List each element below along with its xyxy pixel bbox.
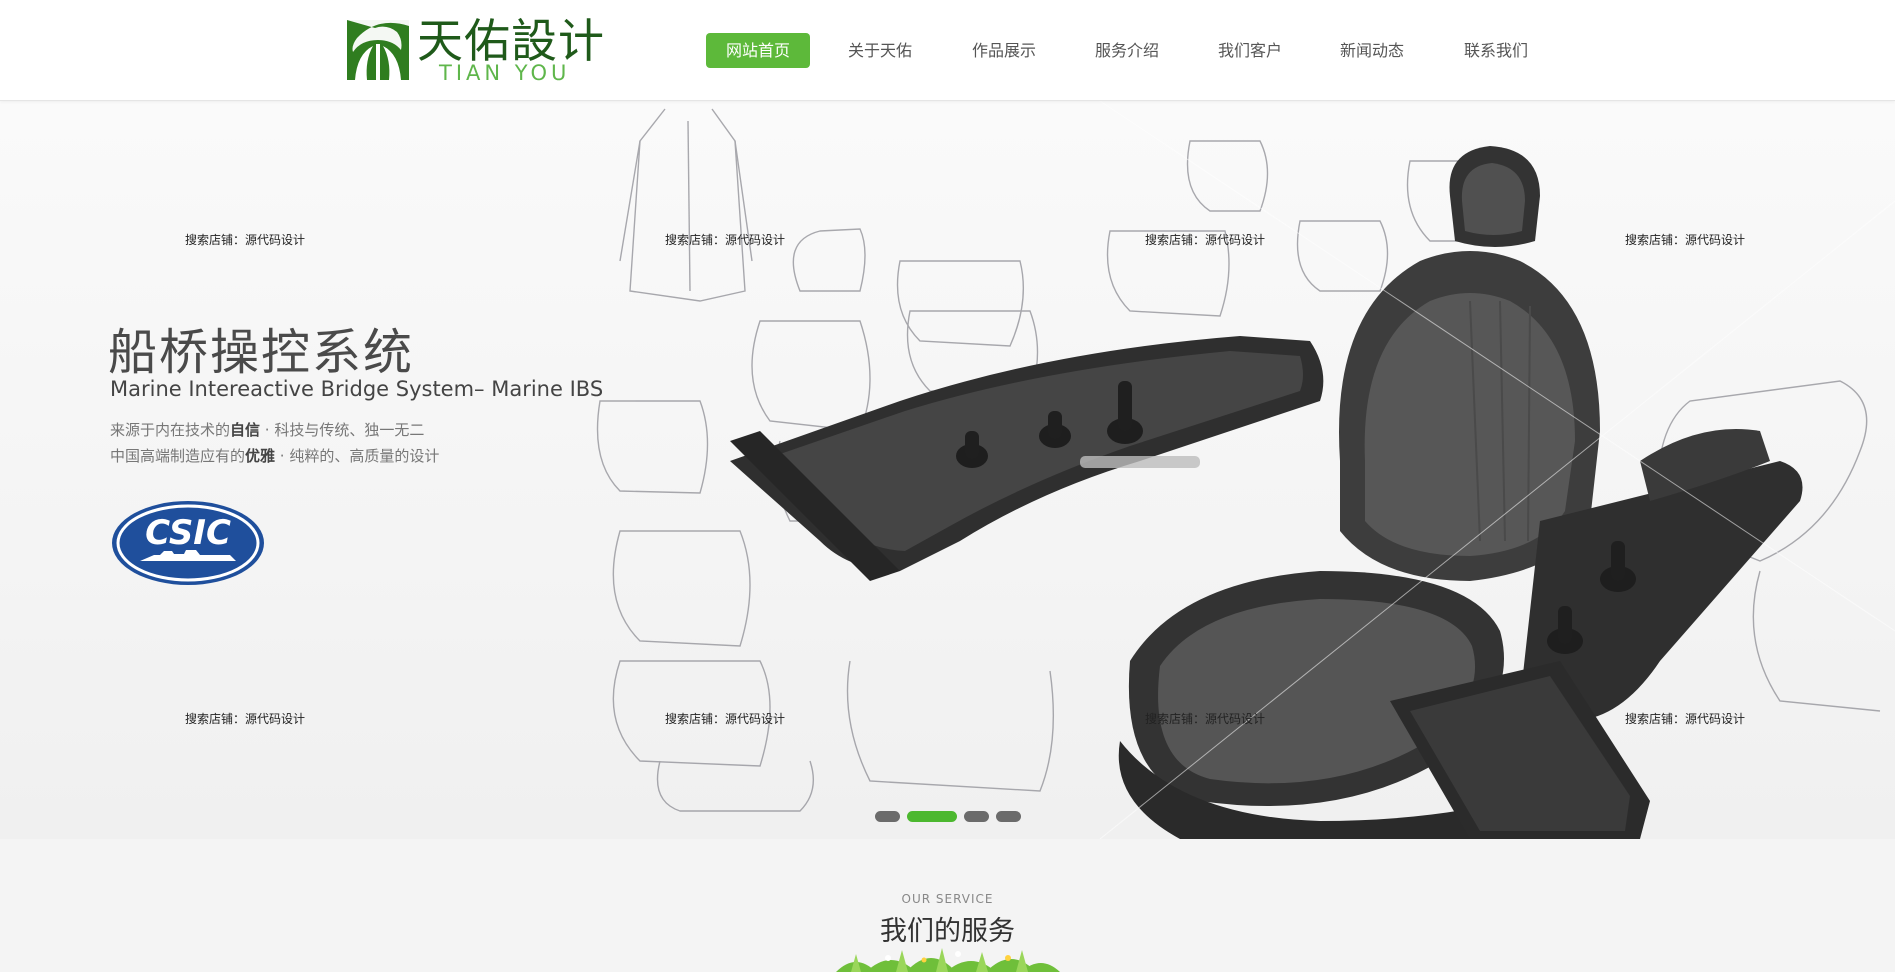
nav-clients[interactable]: 我们客户: [1218, 33, 1282, 68]
seat-illustration: [596, 101, 1895, 839]
service-heading-en: OUR SERVICE: [901, 892, 994, 906]
nav-about[interactable]: 关于天佑: [848, 33, 912, 68]
watermark-text: 搜索店铺：源代码设计: [665, 712, 786, 726]
nav-contact[interactable]: 联系我们: [1464, 33, 1528, 68]
grass-decoration: [836, 948, 1060, 972]
slide-dot-4[interactable]: [996, 811, 1021, 822]
watermark-text: 搜索店铺：源代码设计: [185, 712, 306, 726]
banner-tagline-2: 中国高端制造应有的优雅 · 纯粹的、高质量的设计: [110, 445, 439, 466]
hero-banner[interactable]: 船桥操控系统 Marine Intereactive Bridge System…: [0, 101, 1895, 839]
nav-news[interactable]: 新闻动态: [1340, 33, 1404, 68]
service-heading-cn: 我们的服务: [880, 916, 1015, 947]
csic-logo-text: CSIC: [145, 513, 231, 553]
site-header: 天佑設计 TIAN YOU 网站首页 关于天佑 作品展示 服务介绍 我们客户 新…: [0, 0, 1895, 101]
tagline-2-rest: · 纯粹的、高质量的设计: [275, 447, 440, 465]
slide-dot-3[interactable]: [964, 811, 989, 822]
service-section: OUR SERVICE 我们的服务: [0, 839, 1895, 972]
tagline-1-emphasis: 自信: [230, 421, 261, 439]
banner-subtitle: Marine Intereactive Bridge System– Marin…: [110, 377, 604, 401]
banner-title: 船桥操控系统: [108, 324, 415, 381]
banner-tagline-1: 来源于内在技术的自信 · 科技与传统、独一无二: [110, 419, 424, 440]
nav-home[interactable]: 网站首页: [706, 33, 811, 68]
site-logo[interactable]: 天佑設计 TIAN YOU: [347, 16, 607, 86]
slide-dot-1[interactable]: [875, 811, 900, 822]
nav-services[interactable]: 服务介绍: [1095, 33, 1159, 68]
logo-english-text: TIAN YOU: [439, 61, 571, 85]
watermark-text: 搜索店铺：源代码设计: [1625, 712, 1746, 726]
tagline-1-text: 来源于内在技术的: [110, 421, 231, 439]
tagline-1-rest: · 科技与传统、独一无二: [260, 421, 425, 439]
logo-chinese-text: 天佑設计: [417, 14, 605, 68]
slide-dot-2[interactable]: [907, 811, 957, 822]
watermark-text: 搜索店铺：源代码设计: [185, 233, 306, 247]
nav-works[interactable]: 作品展示: [972, 33, 1036, 68]
watermark-text: 搜索店铺：源代码设计: [665, 233, 786, 247]
tagline-2-text: 中国高端制造应有的: [110, 447, 246, 465]
watermark-text: 搜索店铺：源代码设计: [1145, 712, 1266, 726]
watermark-text: 搜索店铺：源代码设计: [1145, 233, 1266, 247]
logo-icon: [347, 20, 409, 80]
csic-logo-icon: CSIC: [112, 501, 264, 585]
watermark-text: 搜索店铺：源代码设计: [1625, 233, 1746, 247]
tagline-2-emphasis: 优雅: [245, 447, 276, 465]
